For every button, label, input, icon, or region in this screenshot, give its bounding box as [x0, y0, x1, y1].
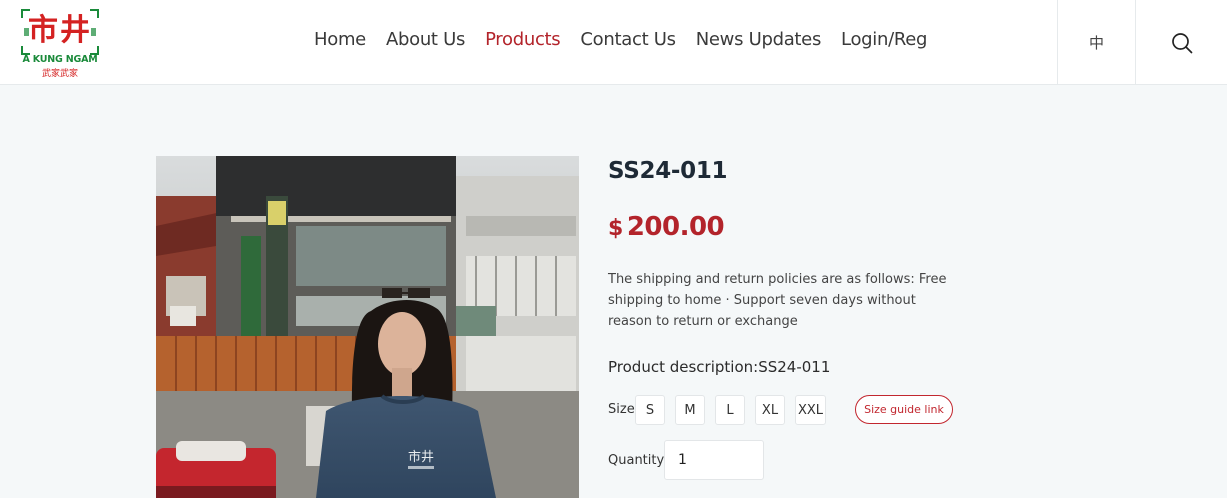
main-nav: Home About Us Products Contact Us News U…: [304, 27, 937, 53]
search-icon: [1171, 32, 1192, 53]
size-option-s[interactable]: S: [635, 395, 665, 425]
nav-item-news-updates[interactable]: News Updates: [696, 27, 822, 53]
language-switch-button[interactable]: 中: [1057, 0, 1135, 85]
shipping-policy-text: The shipping and return policies are as …: [608, 272, 947, 329]
product-image[interactable]: 市井: [156, 156, 579, 498]
size-guide-link[interactable]: Size guide link: [855, 395, 953, 424]
quantity-input[interactable]: [664, 440, 764, 480]
nav-item-products[interactable]: Products: [485, 27, 561, 53]
price-value: 200.00: [626, 212, 725, 242]
svg-text:市井: 市井: [408, 449, 434, 465]
product-price: $200.00: [608, 212, 725, 242]
nav-item-home[interactable]: Home: [314, 27, 366, 53]
size-option-xl[interactable]: XL: [755, 395, 785, 425]
logo-english-text: A KUNG NGAM: [22, 54, 98, 65]
logo-chinese-text: 市井: [28, 13, 92, 48]
size-selector: Size: S M L XL XXL Size guide link: [608, 395, 968, 425]
size-option-l[interactable]: L: [715, 395, 745, 425]
language-switch-label: 中: [1088, 34, 1104, 52]
nav-item-login-register[interactable]: Login/Reg: [841, 27, 927, 53]
quantity-label: Quantity:: [608, 453, 668, 468]
brand-logo[interactable]: 市井 A KUNG NGAM 武家武家: [18, 8, 102, 80]
product-title: SS24-011: [608, 158, 728, 184]
product-description: Product description:SS24-011: [608, 358, 830, 376]
size-option-m[interactable]: M: [675, 395, 705, 425]
search-button[interactable]: [1135, 0, 1227, 85]
size-option-xxl[interactable]: XXL: [795, 395, 826, 425]
product-photo-illustration: 市井: [156, 156, 579, 498]
quantity-selector: Quantity:: [608, 440, 908, 480]
description-value: SS24-011: [758, 358, 831, 376]
logo-subtext: 武家武家: [41, 68, 78, 78]
nav-item-about-us[interactable]: About Us: [386, 27, 465, 53]
description-label: Product description:: [608, 358, 759, 376]
price-currency: $: [608, 216, 623, 241]
nav-item-contact-us[interactable]: Contact Us: [580, 27, 676, 53]
site-header: 市井 A KUNG NGAM 武家武家 Home About Us Produc…: [0, 0, 1227, 85]
